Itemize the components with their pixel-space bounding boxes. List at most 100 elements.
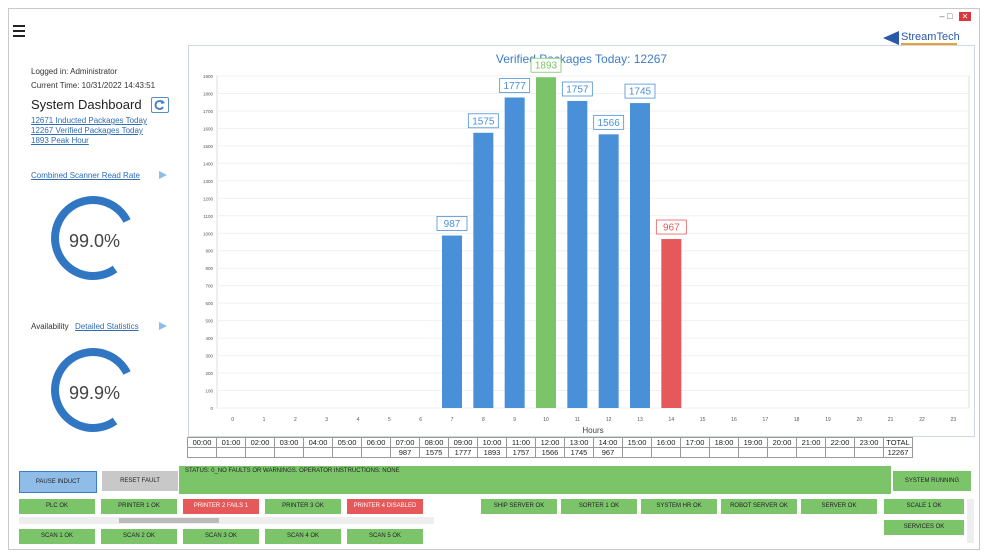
table-header-cell: 18:00 (709, 437, 739, 448)
scanner-status-tile: SCAN 3 OK (183, 529, 259, 544)
bar (442, 235, 462, 408)
y-tick-label: 1400 (203, 161, 214, 166)
table-header-cell: 23:00 (854, 437, 884, 448)
x-tick-label: 11 (575, 417, 580, 423)
x-axis-label: Hours (582, 426, 603, 435)
table-cell (622, 447, 652, 458)
table-header-cell: 15:00 (622, 437, 652, 448)
hourly-table-header-row: 00:00 01:00 02:00 03:00 04:00 05:00 06:00 07:00… (187, 437, 913, 448)
x-tick-label: 3 (325, 417, 328, 423)
pause-induct-button[interactable]: PAUSE INDUCT (19, 471, 97, 493)
scanner-status-tile: SCAN 4 OK (265, 529, 341, 544)
table-header-cell: 17:00 (680, 437, 710, 448)
bar (661, 239, 682, 408)
app-window: – □ ✕ StreamTech Logged in: Administrato… (8, 8, 980, 550)
system-running-badge: SYSTEM RUNNING (893, 471, 971, 491)
menu-icon[interactable] (13, 25, 25, 37)
scanner-read-rate-link[interactable]: Combined Scanner Read Rate (31, 171, 140, 180)
x-tick-label: 12 (606, 417, 612, 423)
services-status: SERVICES OK (884, 520, 964, 535)
table-header-cell: 22:00 (825, 437, 855, 448)
close-icon[interactable]: ✕ (959, 12, 971, 21)
current-time: Current Time: 10/31/2022 14:43:51 (31, 81, 156, 90)
data-label: 1575 (472, 116, 495, 127)
table-header-cell: 08:00 (419, 437, 449, 448)
data-label: 967 (663, 223, 680, 234)
x-tick-label: 10 (543, 417, 549, 423)
table-header-cell: 13:00 (564, 437, 594, 448)
x-tick-label: 19 (825, 417, 831, 423)
server-status-tile: SYSTEM HR OK (641, 499, 717, 514)
x-tick-label: 22 (919, 417, 925, 423)
data-label: 1566 (598, 118, 621, 129)
detailed-statistics-link[interactable]: Detailed Statistics (75, 322, 139, 331)
table-header-cell: 03:00 (274, 437, 304, 448)
scanner-status-tile: SCAN 1 OK (19, 529, 95, 544)
maximize-icon[interactable]: □ (947, 11, 952, 21)
y-tick-label: 900 (205, 249, 213, 254)
table-cell (709, 447, 739, 458)
table-cell: 1575 (419, 447, 449, 458)
table-cell (854, 447, 884, 458)
server-status-tile: SERVER OK (801, 499, 877, 514)
table-header-cell: 04:00 (303, 437, 333, 448)
table-header-cell: 19:00 (738, 437, 768, 448)
table-header-cell: 07:00 (390, 437, 420, 448)
x-tick-label: 1 (263, 417, 266, 423)
table-cell: 1566 (535, 447, 565, 458)
window-controls: – □ ✕ (940, 11, 971, 21)
y-tick-label: 0 (210, 406, 213, 411)
table-cell (680, 447, 710, 458)
table-header-cell: 02:00 (245, 437, 275, 448)
server-status-tile: SORTER 1 OK (561, 499, 637, 514)
table-header-cell: 05:00 (332, 437, 362, 448)
table-cell: 12267 (883, 447, 913, 458)
x-tick-label: 9 (513, 417, 516, 423)
table-header-cell: 00:00 (187, 437, 217, 448)
refresh-button[interactable] (151, 97, 169, 113)
table-header-cell: 06:00 (361, 437, 391, 448)
data-label: 1777 (504, 81, 527, 92)
y-tick-label: 300 (205, 354, 213, 359)
table-cell (825, 447, 855, 458)
page-title: System Dashboard (31, 97, 142, 112)
hourly-bar-chart: 0100200300400500600700800900100011001200… (203, 57, 970, 435)
table-cell: 1745 (564, 447, 594, 458)
server-status-tile: SHIP SERVER OK (481, 499, 557, 514)
y-tick-label: 1700 (203, 109, 214, 114)
x-tick-label: 16 (731, 417, 737, 423)
minimize-icon[interactable]: – (940, 11, 945, 21)
x-tick-label: 17 (763, 417, 769, 423)
availability-expand-icon[interactable] (157, 320, 169, 332)
y-tick-label: 1300 (203, 179, 214, 184)
table-cell: 1757 (506, 447, 536, 458)
device-status-tile: PLC OK (19, 499, 95, 514)
table-header-cell: 20:00 (767, 437, 797, 448)
table-cell: 1777 (448, 447, 478, 458)
x-tick-label: 14 (669, 417, 675, 423)
vertical-scrollbar[interactable] (967, 499, 974, 543)
data-label: 987 (444, 219, 461, 230)
table-cell (274, 447, 304, 458)
table-cell: 1893 (477, 447, 507, 458)
bar (504, 97, 525, 409)
table-cell (738, 447, 768, 458)
peak-link[interactable]: 1893 Peak Hour (31, 136, 89, 145)
inducted-link[interactable]: 12671 Inducted Packages Today (31, 116, 147, 125)
reset-fault-button[interactable]: RESET FAULT (102, 471, 178, 491)
verified-link[interactable]: 12267 Verified Packages Today (31, 126, 143, 135)
scanner-gauge-value: 99.0% (69, 231, 121, 251)
scrollbar-thumb[interactable] (119, 518, 219, 523)
bar (598, 134, 619, 408)
status-bar: STATUS: 0_NO FAULTS OR WARNINGS. OPERATO… (179, 466, 891, 494)
horizontal-scrollbar[interactable] (19, 517, 434, 524)
table-header-cell: 12:00 (535, 437, 565, 448)
logged-in-label: Logged in: Administrator (31, 67, 118, 76)
x-tick-label: 23 (951, 417, 957, 423)
table-header-cell: 11:00 (506, 437, 536, 448)
y-tick-label: 200 (205, 371, 213, 376)
x-tick-label: 15 (700, 417, 706, 423)
data-label: 1745 (629, 87, 652, 98)
device-status-tile: PRINTER 1 OK (101, 499, 177, 514)
scanner-expand-icon[interactable] (157, 169, 169, 181)
